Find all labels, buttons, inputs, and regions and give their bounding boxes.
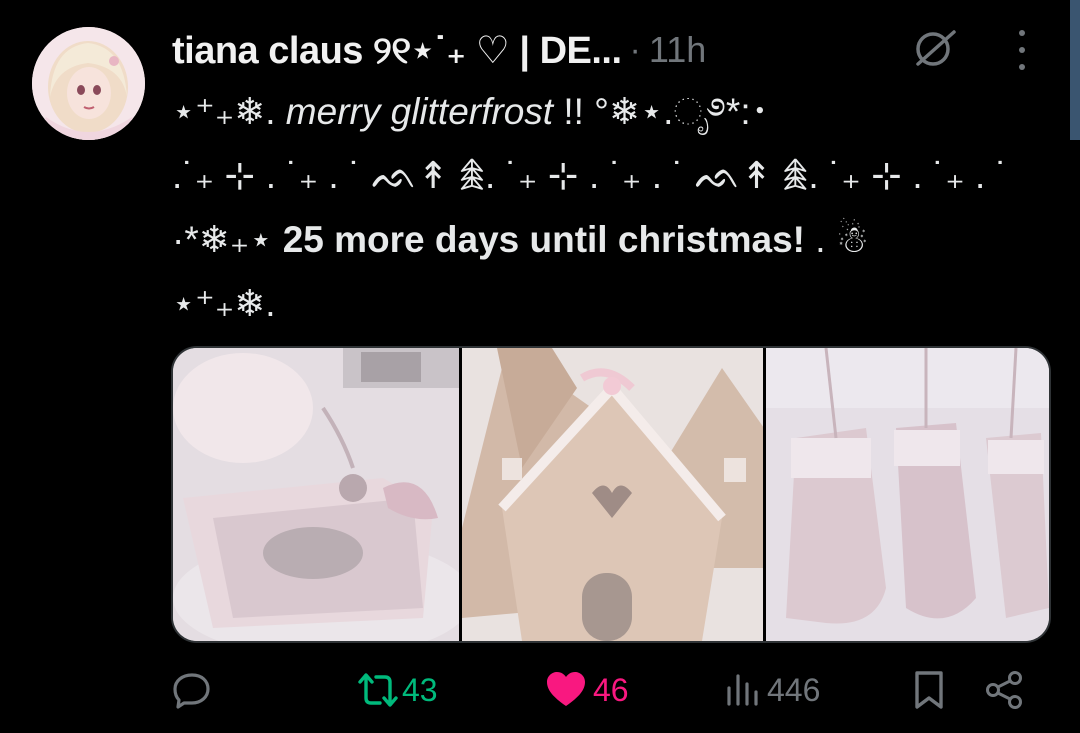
tweet-line-1: ⋆⁺₊❄︎. merry glitterfrost !! °❄︎⋆.ೃ࿔*:･ bbox=[172, 91, 770, 132]
avatar[interactable] bbox=[32, 27, 145, 140]
like-button[interactable]: 46 bbox=[545, 670, 629, 710]
countdown-text: 25 more days until christmas! bbox=[282, 219, 806, 260]
greeting-text: merry glitterfrost bbox=[285, 91, 554, 132]
retweet-count: 43 bbox=[402, 671, 438, 708]
share-button[interactable] bbox=[984, 670, 1026, 710]
bookmark-icon bbox=[912, 670, 946, 710]
reply-icon bbox=[172, 670, 212, 710]
views-icon bbox=[725, 670, 761, 710]
author-name[interactable]: tiana claus ୨୧⋆˙₊ ♡ | DE... bbox=[172, 28, 622, 73]
retweet-icon bbox=[354, 670, 402, 710]
action-bar: 43 46 446 bbox=[0, 660, 1080, 720]
grok-icon[interactable] bbox=[912, 28, 958, 68]
media-grid bbox=[171, 346, 1051, 643]
heart-icon bbox=[545, 670, 587, 710]
tweet-line-4: ⋆⁺₊❄︎. bbox=[172, 283, 276, 324]
media-image-gingerbread[interactable] bbox=[461, 348, 764, 641]
tweet-header: tiana claus ୨୧⋆˙₊ ♡ | DE... · 11h bbox=[172, 22, 706, 78]
header-separator: · bbox=[629, 30, 641, 69]
background-edge bbox=[1070, 0, 1080, 140]
views-count: 446 bbox=[767, 671, 821, 708]
like-count: 46 bbox=[593, 671, 629, 708]
tweet-text: ⋆⁺₊❄︎. merry glitterfrost !! °❄︎⋆.ೃ࿔*:･ … bbox=[172, 80, 1042, 336]
media-image-stockings[interactable] bbox=[766, 348, 1049, 641]
media-image-bag[interactable] bbox=[173, 348, 459, 641]
more-icon[interactable] bbox=[1012, 30, 1032, 70]
bookmark-button[interactable] bbox=[912, 670, 946, 710]
timestamp[interactable]: 11h bbox=[649, 29, 706, 71]
share-icon bbox=[984, 670, 1026, 710]
views-button[interactable]: 446 bbox=[725, 670, 820, 710]
tweet-line-2: .˙₊ ⊹ . ˙₊ . ˙ ᨒ↟ 𖠰. ˙₊ ⊹ . ˙₊ . ˙ ᨒ↟ 𖠰.… bbox=[172, 155, 1008, 196]
reply-button[interactable] bbox=[172, 670, 212, 710]
tweet-line-3: ·*❄︎₊⋆ 25 more days until christmas! . ☃… bbox=[172, 219, 870, 260]
retweet-button[interactable]: 43 bbox=[354, 670, 438, 710]
